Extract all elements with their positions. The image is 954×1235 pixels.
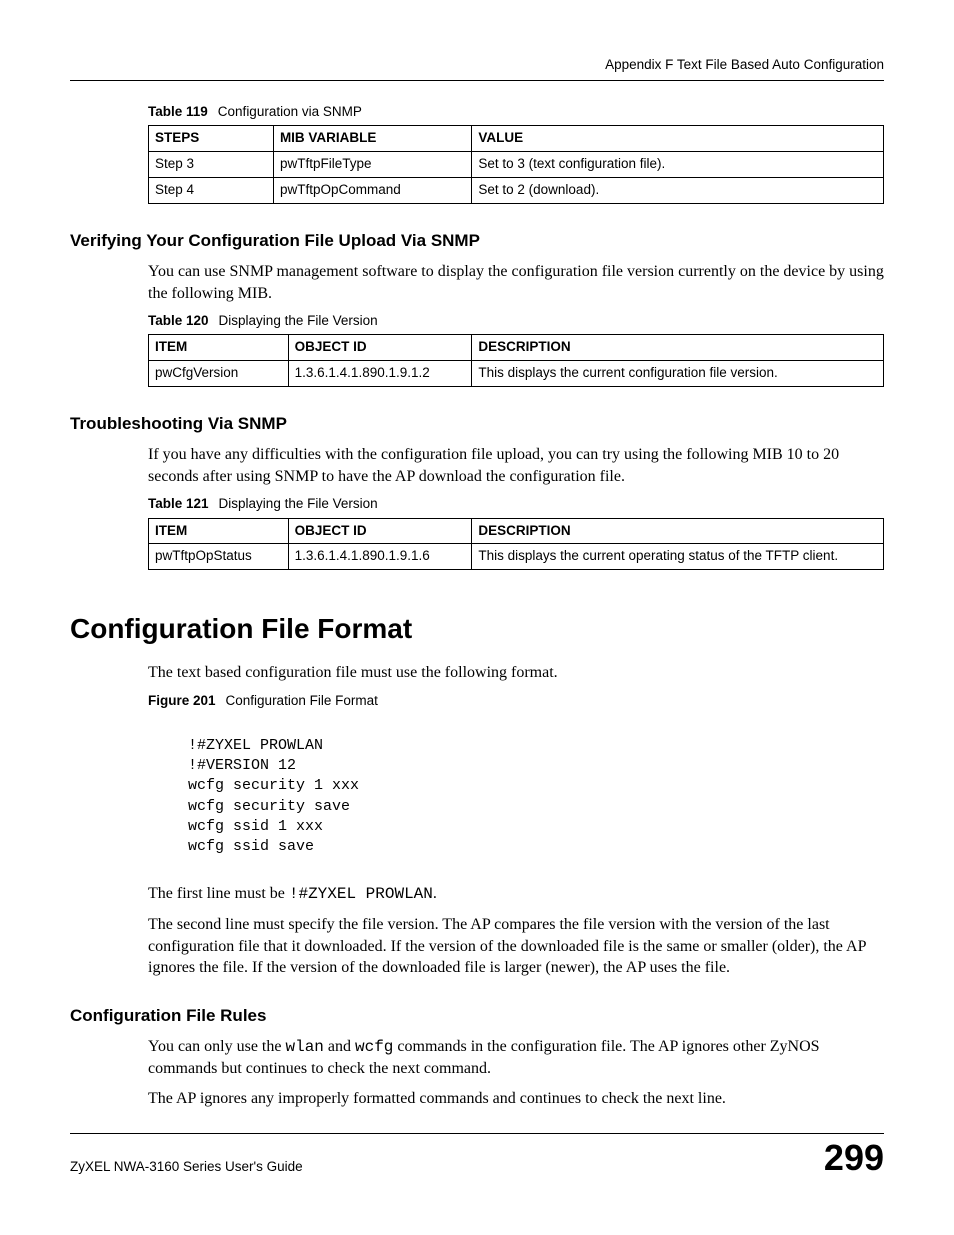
th-item: ITEM bbox=[149, 518, 289, 544]
page-number: 299 bbox=[824, 1140, 884, 1176]
footer-rule bbox=[70, 1133, 884, 1134]
th-steps: STEPS bbox=[149, 126, 274, 152]
caption-title: Configuration File Format bbox=[226, 693, 378, 708]
page-footer: ZyXEL NWA-3160 Series User's Guide 299 bbox=[70, 1140, 884, 1176]
table-header-row: STEPS MIB VARIABLE VALUE bbox=[149, 126, 884, 152]
cell: pwTftpOpCommand bbox=[273, 178, 471, 204]
cell: Step 3 bbox=[149, 152, 274, 178]
th-oid: OBJECT ID bbox=[288, 335, 472, 361]
table-row: pwTftpOpStatus 1.3.6.1.4.1.890.1.9.1.6 T… bbox=[149, 544, 884, 570]
table-header-row: ITEM OBJECT ID DESCRIPTION bbox=[149, 518, 884, 544]
inline-code: wcfg bbox=[355, 1038, 393, 1056]
table-row: pwCfgVersion 1.3.6.1.4.1.890.1.9.1.2 Thi… bbox=[149, 361, 884, 387]
text: and bbox=[324, 1038, 355, 1055]
cell: pwCfgVersion bbox=[149, 361, 289, 387]
figure201-code: !#ZYXEL PROWLAN !#VERSION 12 wcfg securi… bbox=[188, 736, 884, 858]
para-troubleshooting: If you have any difficulties with the co… bbox=[148, 444, 884, 487]
cell: This displays the current configuration … bbox=[472, 361, 884, 387]
cell: This displays the current operating stat… bbox=[472, 544, 884, 570]
cell: 1.3.6.1.4.1.890.1.9.1.2 bbox=[288, 361, 472, 387]
heading-verifying: Verifying Your Configuration File Upload… bbox=[70, 230, 884, 253]
footer-guide: ZyXEL NWA-3160 Series User's Guide bbox=[70, 1158, 303, 1176]
caption-title: Configuration via SNMP bbox=[218, 104, 362, 119]
caption-title: Displaying the File Version bbox=[219, 496, 378, 511]
table119: STEPS MIB VARIABLE VALUE Step 3 pwTftpFi… bbox=[148, 125, 884, 204]
th-item: ITEM bbox=[149, 335, 289, 361]
para-verifying: You can use SNMP management software to … bbox=[148, 261, 884, 304]
cell: pwTftpFileType bbox=[273, 152, 471, 178]
running-header: Appendix F Text File Based Auto Configur… bbox=[70, 56, 884, 74]
figure201-caption: Figure 201 Configuration File Format bbox=[148, 692, 884, 710]
para-format: The text based configuration file must u… bbox=[148, 662, 884, 684]
th-oid: OBJECT ID bbox=[288, 518, 472, 544]
para-rules-1: You can only use the wlan and wcfg comma… bbox=[148, 1036, 884, 1080]
heading-troubleshooting: Troubleshooting Via SNMP bbox=[70, 413, 884, 436]
cell: Set to 3 (text configuration file). bbox=[472, 152, 884, 178]
para-rules-2: The AP ignores any improperly formatted … bbox=[148, 1088, 884, 1110]
text: The first line must be bbox=[148, 885, 289, 902]
table121: ITEM OBJECT ID DESCRIPTION pwTftpOpStatu… bbox=[148, 518, 884, 571]
caption-label: Table 120 bbox=[148, 313, 209, 328]
th-desc: DESCRIPTION bbox=[472, 518, 884, 544]
th-desc: DESCRIPTION bbox=[472, 335, 884, 361]
heading-config-file-format: Configuration File Format bbox=[70, 610, 884, 648]
table119-caption: Table 119 Configuration via SNMP bbox=[148, 103, 884, 121]
cell: Set to 2 (download). bbox=[472, 178, 884, 204]
table-row: Step 4 pwTftpOpCommand Set to 2 (downloa… bbox=[149, 178, 884, 204]
text: . bbox=[433, 885, 437, 902]
th-mib: MIB VARIABLE bbox=[273, 126, 471, 152]
th-value: VALUE bbox=[472, 126, 884, 152]
cell: 1.3.6.1.4.1.890.1.9.1.6 bbox=[288, 544, 472, 570]
cell: Step 4 bbox=[149, 178, 274, 204]
table120-caption: Table 120 Displaying the File Version bbox=[148, 312, 884, 330]
inline-code: !#ZYXEL PROWLAN bbox=[289, 885, 433, 903]
caption-label: Table 121 bbox=[148, 496, 209, 511]
table-header-row: ITEM OBJECT ID DESCRIPTION bbox=[149, 335, 884, 361]
heading-config-rules: Configuration File Rules bbox=[70, 1005, 884, 1028]
para-secondline: The second line must specify the file ve… bbox=[148, 914, 884, 979]
caption-label: Table 119 bbox=[148, 104, 208, 119]
caption-label: Figure 201 bbox=[148, 693, 216, 708]
inline-code: wlan bbox=[285, 1038, 323, 1056]
header-rule bbox=[70, 80, 884, 81]
text: You can only use the bbox=[148, 1038, 285, 1055]
caption-title: Displaying the File Version bbox=[219, 313, 378, 328]
table120: ITEM OBJECT ID DESCRIPTION pwCfgVersion … bbox=[148, 334, 884, 387]
table121-caption: Table 121 Displaying the File Version bbox=[148, 495, 884, 513]
cell: pwTftpOpStatus bbox=[149, 544, 289, 570]
table-row: Step 3 pwTftpFileType Set to 3 (text con… bbox=[149, 152, 884, 178]
para-firstline: The first line must be !#ZYXEL PROWLAN. bbox=[148, 883, 884, 906]
